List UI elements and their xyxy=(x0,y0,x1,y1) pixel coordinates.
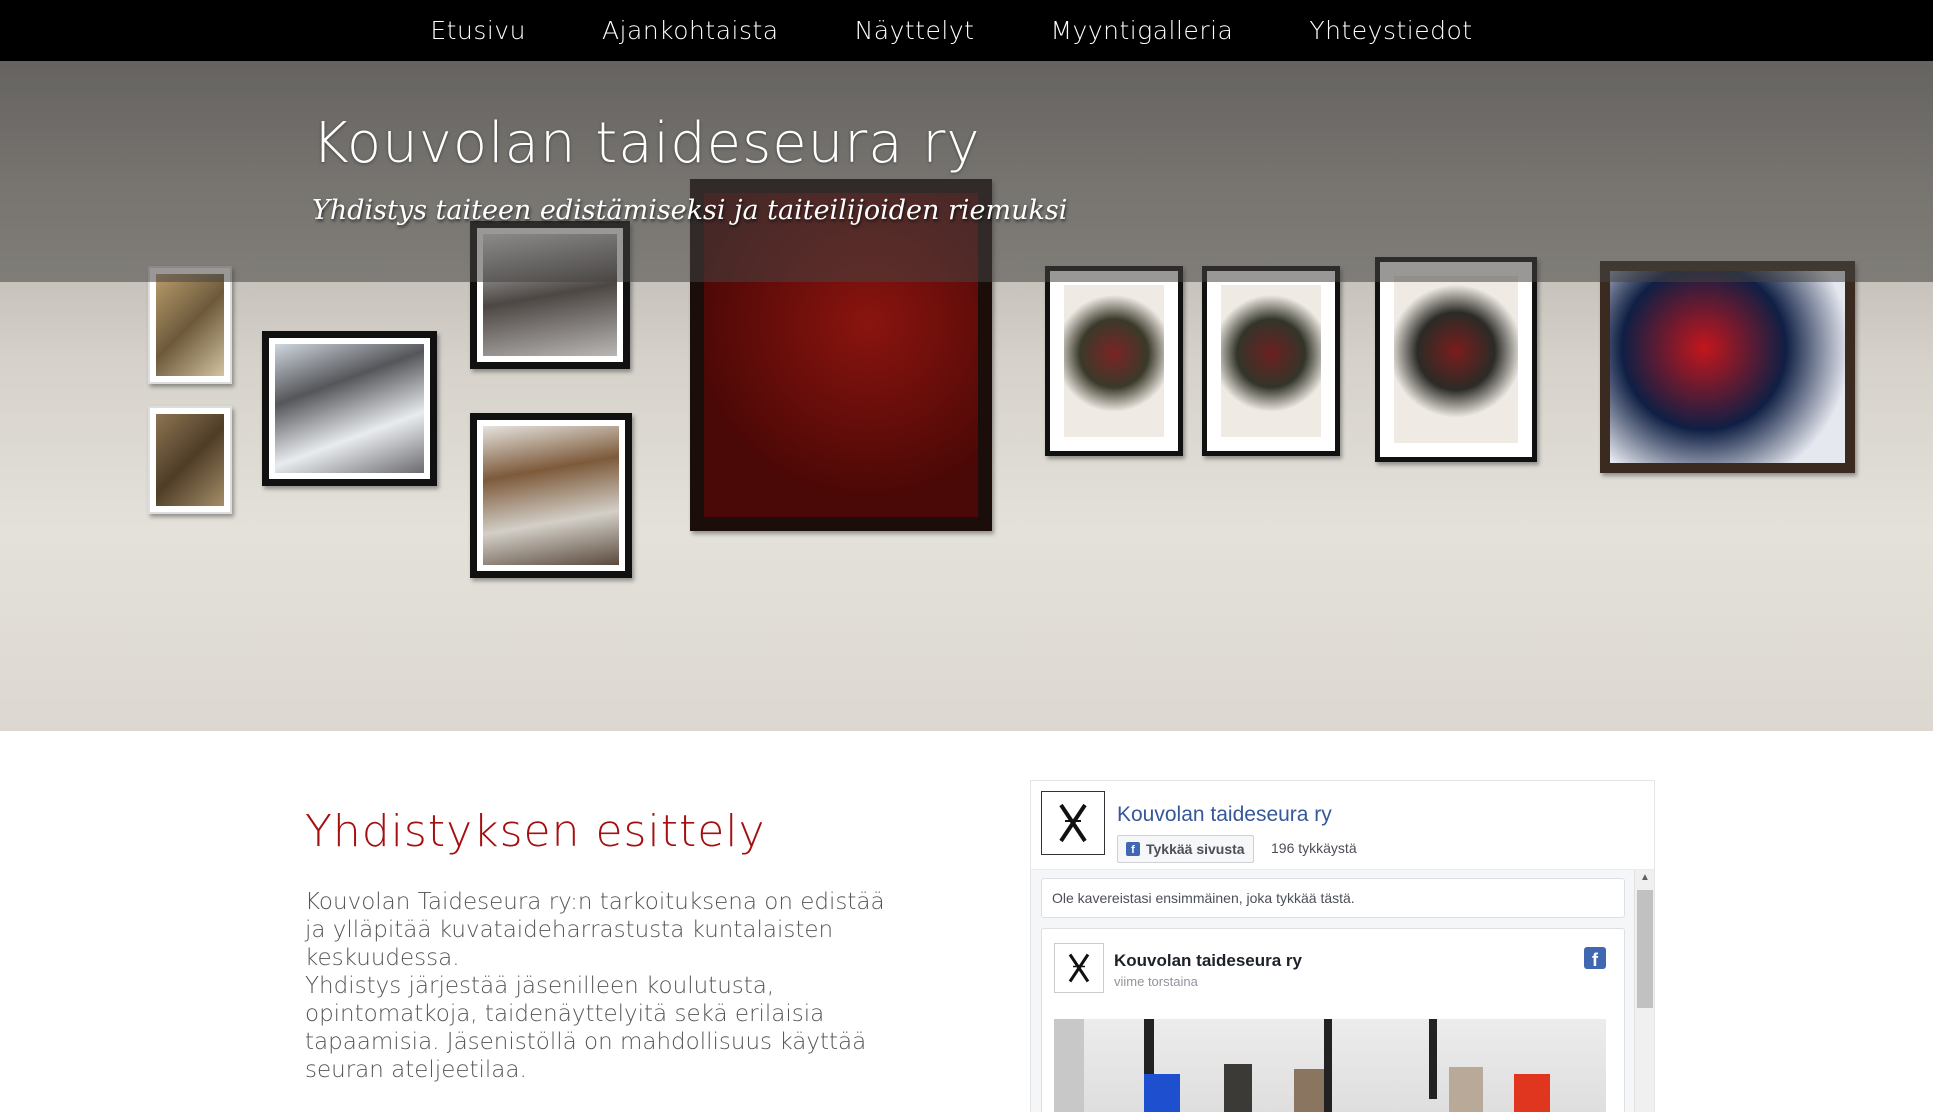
hero-banner: Kouvolan taideseura ry Yhdistys taiteen … xyxy=(0,61,1933,731)
site-title: Kouvolan taideseura ry xyxy=(312,111,981,176)
nav-item-nayttelyt[interactable]: Näyttelyt xyxy=(817,16,1013,45)
scrollbar-thumb[interactable] xyxy=(1637,890,1653,1008)
nav-item-etusivu[interactable]: Etusivu xyxy=(392,16,564,45)
facebook-page-widget: Kouvolan taideseura ry f Tykkää sivusta … xyxy=(1030,780,1655,1112)
artwork-flowers-1 xyxy=(1045,266,1183,456)
fb-post: Kouvolan taideseura ry viime torstaina f xyxy=(1041,928,1625,1112)
fb-page-name-link[interactable]: Kouvolan taideseura ry xyxy=(1117,803,1332,827)
nav-list: Etusivu Ajankohtaista Näyttelyt Myyntiga… xyxy=(392,16,1510,45)
intro-line: Kouvolan Taideseura ry:n tarkoituksena o… xyxy=(305,889,885,915)
fb-post-author[interactable]: Kouvolan taideseura ry xyxy=(1114,951,1302,971)
artwork-flowers-3 xyxy=(1375,257,1537,462)
intro-line: tapaamisia. Jäsenistöllä on mahdollisuus… xyxy=(305,1029,867,1055)
artwork-rocks-bottom xyxy=(470,413,632,578)
nav-item-ajankohtaista[interactable]: Ajankohtaista xyxy=(564,16,817,45)
nav-item-myyntigalleria[interactable]: Myyntigalleria xyxy=(1012,16,1271,45)
artwork-face xyxy=(148,406,232,514)
fb-post-time[interactable]: viime torstaina xyxy=(1114,974,1198,989)
intro-line: ja ylläpitää kuvataideharrastusta kuntal… xyxy=(305,917,834,943)
artwork-poppies xyxy=(1600,261,1855,473)
intro-heading: Yhdistyksen esittely xyxy=(305,806,766,857)
artwork-shells xyxy=(148,266,232,384)
intro-text: Kouvolan Taideseura ry:n tarkoituksena o… xyxy=(305,888,905,1084)
facebook-icon[interactable]: f xyxy=(1584,947,1606,969)
fb-like-page-button[interactable]: f Tykkää sivusta xyxy=(1117,835,1254,863)
fb-header: Kouvolan taideseura ry f Tykkää sivusta … xyxy=(1041,791,1646,863)
fb-timeline[interactable]: Ole kavereistasi ensimmäinen, joka tykkä… xyxy=(1031,869,1654,1112)
x-logo-icon[interactable] xyxy=(1041,791,1105,855)
fb-scrollbar[interactable]: ▲ xyxy=(1634,870,1654,1112)
intro-line: opintomatkoja, taidenäyttelyitä sekä eri… xyxy=(305,1001,825,1027)
scroll-up-icon[interactable]: ▲ xyxy=(1635,872,1654,888)
fb-post-image[interactable] xyxy=(1054,1019,1606,1112)
facebook-icon: f xyxy=(1126,842,1140,856)
artwork-flowers-2 xyxy=(1202,266,1340,456)
x-logo-icon[interactable] xyxy=(1054,943,1104,993)
site-tagline: Yhdistys taiteen edistämiseksi ja taitei… xyxy=(312,195,1068,226)
intro-line: keskuudessa. xyxy=(305,945,460,971)
fb-friends-prompt: Ole kavereistasi ensimmäinen, joka tykkä… xyxy=(1041,878,1625,918)
intro-line: seuran ateljeetilaa. xyxy=(305,1057,527,1083)
fb-like-label: Tykkää sivusta xyxy=(1146,841,1245,857)
artwork-snow-rocks-1 xyxy=(262,331,437,486)
fb-like-count: 196 tykkäystä xyxy=(1271,840,1357,856)
nav-item-yhteystiedot[interactable]: Yhteystiedot xyxy=(1271,16,1510,45)
intro-line: Yhdistys järjestää jäsenilleen koulutust… xyxy=(305,973,775,999)
top-nav: Etusivu Ajankohtaista Näyttelyt Myyntiga… xyxy=(0,0,1933,61)
